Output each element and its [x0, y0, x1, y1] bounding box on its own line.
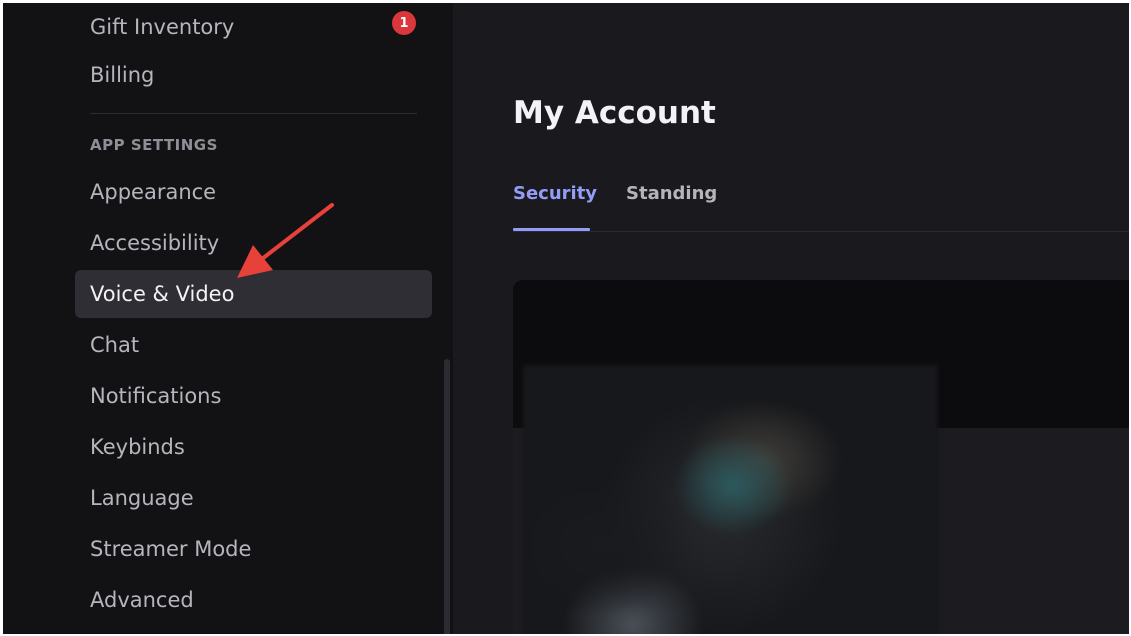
sidebar-item-label: Chat: [90, 333, 140, 357]
tab-divider: [513, 231, 1129, 232]
sidebar-item-appearance[interactable]: Appearance: [75, 168, 432, 216]
sidebar-item-gift-inventory[interactable]: Gift Inventory 1: [75, 3, 432, 51]
tab-standing[interactable]: Standing: [626, 183, 717, 204]
sidebar-item-label: Notifications: [90, 384, 222, 408]
window-border-left: [0, 0, 3, 636]
sidebar-item-billing[interactable]: Billing: [75, 51, 432, 99]
sidebar-item-chat[interactable]: Chat: [75, 321, 432, 369]
sidebar-item-voice-video[interactable]: Voice & Video: [75, 270, 432, 318]
sidebar-item-label: Appearance: [90, 180, 217, 204]
sidebar-item-label: Billing: [90, 63, 155, 87]
sidebar-item-streamer-mode[interactable]: Streamer Mode: [75, 525, 432, 573]
sidebar-scrollbar[interactable]: [444, 359, 450, 636]
sidebar-item-label: Accessibility: [90, 231, 220, 255]
notification-badge: 1: [392, 11, 416, 35]
sidebar-item-accessibility[interactable]: Accessibility: [75, 219, 432, 267]
sidebar-item-label: Language: [90, 486, 194, 510]
sidebar-item-label: Advanced: [90, 588, 194, 612]
sidebar-item-keybinds[interactable]: Keybinds: [75, 423, 432, 471]
sidebar-divider: [90, 113, 417, 114]
blurred-avatar-image: [523, 365, 938, 636]
main-content: My Account Security Standing: [453, 3, 1131, 636]
sidebar-item-notifications[interactable]: Notifications: [75, 372, 432, 420]
section-header-app-settings: APP SETTINGS: [90, 136, 218, 154]
sidebar-item-label: Voice & Video: [90, 282, 235, 306]
profile-card: [513, 280, 1131, 636]
settings-sidebar: Gift Inventory 1 Billing APP SETTINGS Ap…: [3, 3, 453, 636]
sidebar-item-language[interactable]: Language: [75, 474, 432, 522]
sidebar-item-label: Keybinds: [90, 435, 185, 459]
window-border-top: [0, 0, 1131, 3]
app-window: Gift Inventory 1 Billing APP SETTINGS Ap…: [0, 0, 1131, 636]
tab-security[interactable]: Security: [513, 183, 597, 204]
page-title: My Account: [513, 95, 716, 131]
sidebar-item-label: Gift Inventory: [90, 15, 235, 39]
sidebar-item-label: Streamer Mode: [90, 537, 252, 561]
sidebar-item-advanced[interactable]: Advanced: [75, 576, 432, 624]
